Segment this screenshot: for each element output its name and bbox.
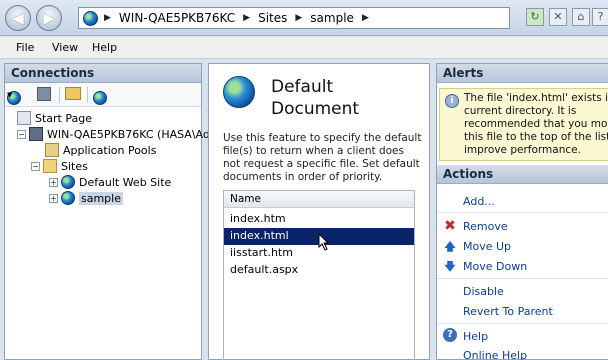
chevron-right-icon: ▶ <box>361 13 369 23</box>
default-document-list[interactable]: Name index.htm index.html iisstart.htm d… <box>223 190 415 360</box>
breadcrumb-site[interactable]: sample <box>310 11 354 25</box>
website-icon <box>61 175 75 189</box>
remove-action[interactable]: Remove <box>463 220 508 233</box>
online-help-action[interactable]: Online Help <box>463 349 527 360</box>
forward-arrow-icon: ▶ <box>43 9 55 27</box>
back-button[interactable]: ◀ <box>5 5 31 31</box>
move-up-action[interactable]: Move Up <box>463 240 511 253</box>
website-icon <box>61 191 75 205</box>
chevron-right-icon: ▶ <box>243 13 251 23</box>
expand-icon[interactable]: + <box>49 193 58 203</box>
chevron-right-icon: ▶ <box>295 13 303 23</box>
folder-up-icon[interactable] <box>65 87 81 100</box>
add-action[interactable]: Add... <box>463 195 495 208</box>
actions-title: Actions <box>437 165 608 184</box>
revert-action[interactable]: Revert To Parent <box>463 305 553 318</box>
breadcrumb-server[interactable]: WIN-QAE5PKB76KC <box>119 11 235 25</box>
toolbar-separator <box>87 87 88 103</box>
feature-description: Use this feature to specify the default … <box>223 132 422 183</box>
tree-node-sample[interactable]: + sample <box>49 190 123 206</box>
tree-label: Start Page <box>35 111 92 125</box>
forward-button[interactable]: ▶ <box>36 5 62 31</box>
tree-label: Application Pools <box>63 143 157 157</box>
column-header-name[interactable]: Name <box>224 191 414 208</box>
tree-label: sample <box>79 191 123 205</box>
help-icon: ? <box>443 328 457 342</box>
tree-node-server[interactable]: − WIN-QAE5PKB76KC (HASA\Admi <box>17 126 224 142</box>
connections-title: Connections <box>5 64 201 83</box>
menu-bar: File View Help <box>0 37 608 59</box>
address-toolbar: ◀ ▶ ▶ WIN-QAE5PKB76KC ▶ Sites ▶ sample ▶… <box>0 0 608 36</box>
toolbar-separator <box>59 87 60 103</box>
menu-file[interactable]: File <box>16 41 34 54</box>
list-item[interactable]: index.htm <box>224 211 414 228</box>
help-icon[interactable]: ? <box>592 8 608 26</box>
help-action[interactable]: Help <box>463 330 488 343</box>
arrow-up-icon: 🡅 <box>444 240 456 253</box>
move-down-action[interactable]: Move Down <box>463 260 527 273</box>
divider <box>437 323 608 324</box>
address-bar[interactable]: ▶ WIN-QAE5PKB76KC ▶ Sites ▶ sample ▶ <box>78 7 510 29</box>
tree-node-start-page[interactable]: Start Page <box>17 110 92 126</box>
menu-help[interactable]: Help <box>92 41 117 54</box>
arrow-down-icon: 🡇 <box>444 260 456 273</box>
save-icon[interactable] <box>37 87 51 101</box>
globe-icon <box>223 76 255 108</box>
alert-text: The file 'index.html' exists in th curre… <box>464 92 608 156</box>
info-icon: i <box>445 94 459 108</box>
home-icon[interactable]: ⌂ <box>572 8 590 26</box>
disable-action[interactable]: Disable <box>463 285 504 298</box>
tree-node-sites[interactable]: − Sites <box>31 158 88 174</box>
feature-pane: Default Document Use this feature to spe… <box>208 63 430 360</box>
tree-label: Sites <box>61 159 88 173</box>
connections-toolbar: ▼ <box>5 83 201 107</box>
mouse-cursor-icon <box>318 233 330 251</box>
server-icon <box>29 127 43 141</box>
tree-node-default-web-site[interactable]: + Default Web Site <box>49 174 171 190</box>
chevron-right-icon: ▶ <box>104 13 111 23</box>
tree-label: Default Web Site <box>79 175 172 189</box>
app-pools-icon <box>45 143 59 157</box>
actions-pane: Alerts i The file 'index.html' exists in… <box>436 63 608 360</box>
start-page-icon <box>17 111 31 125</box>
tree-label: WIN-QAE5PKB76KC (HASA\Admi <box>47 127 224 141</box>
folder-icon <box>43 159 57 173</box>
connections-pane: Connections ▼ Start Page − WIN-QAE5PKB76… <box>4 63 224 360</box>
menu-view[interactable]: View <box>52 41 78 54</box>
feature-title: Default Document <box>271 77 360 119</box>
refresh-icon[interactable]: ↻ <box>526 8 544 26</box>
collapse-icon[interactable]: − <box>31 161 40 171</box>
expand-icon[interactable]: + <box>49 177 58 187</box>
back-arrow-icon: ◀ <box>12 9 24 27</box>
alerts-title: Alerts <box>437 64 608 83</box>
divider <box>437 212 608 213</box>
list-item[interactable]: default.aspx <box>224 262 414 279</box>
globe-icon <box>83 10 98 26</box>
stop-icon[interactable]: ✕ <box>549 8 567 26</box>
remove-icon: ✖ <box>444 218 456 234</box>
breadcrumb-sites[interactable]: Sites <box>258 11 287 25</box>
tree-node-app-pools[interactable]: Application Pools <box>45 142 156 158</box>
alert-box: i The file 'index.html' exists in th cur… <box>439 88 608 161</box>
divider <box>437 278 608 279</box>
collapse-icon[interactable]: − <box>17 129 26 139</box>
